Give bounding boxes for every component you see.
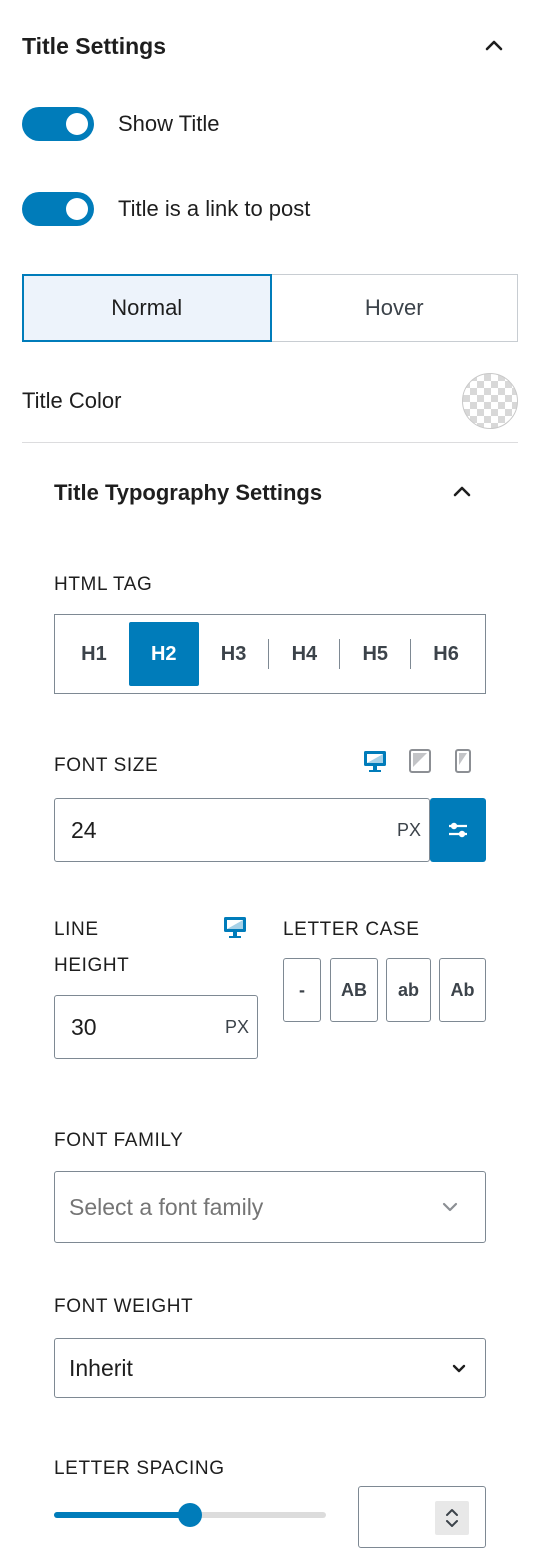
tag-h6[interactable]: H6 <box>411 622 481 686</box>
font-weight-select[interactable]: Inherit <box>54 1338 486 1398</box>
font-size-unit[interactable]: PX <box>397 820 421 841</box>
letter-spacing-label: LETTER SPACING <box>54 1458 225 1479</box>
tag-h2[interactable]: H2 <box>128 622 199 686</box>
font-size-settings-button[interactable] <box>430 798 486 862</box>
font-weight-value: Inherit <box>69 1355 133 1381</box>
font-family-label: FONT FAMILY <box>54 1130 184 1151</box>
toggle-knob <box>66 113 88 135</box>
mobile-icon[interactable] <box>450 748 476 774</box>
up-down-arrows-icon <box>446 1509 458 1527</box>
font-weight-label: FONT WEIGHT <box>54 1296 194 1317</box>
section-title: Title Settings <box>22 33 166 59</box>
sliders-icon <box>449 822 467 838</box>
title-color-picker[interactable] <box>462 373 518 429</box>
tag-h1[interactable]: H1 <box>59 622 129 686</box>
title-color-label: Title Color <box>22 388 122 413</box>
letter-spacing-input[interactable] <box>358 1486 486 1548</box>
letter-case-upper-button[interactable]: AB <box>330 958 378 1022</box>
chevron-down-icon <box>449 1358 469 1383</box>
line-height-label-line2: HEIGHT <box>54 955 130 976</box>
letter-case-lower-button[interactable]: ab <box>386 958 431 1022</box>
typography-title: Title Typography Settings <box>54 480 323 505</box>
show-title-toggle[interactable] <box>22 107 94 141</box>
letter-spacing-slider-thumb[interactable] <box>178 1503 202 1527</box>
line-height-label-line1: LINE <box>54 919 99 940</box>
title-link-label: Title is a link to post <box>118 196 311 221</box>
html-tag-selector: H1 H2 H3 H4 H5 H6 <box>54 614 486 694</box>
font-size-input[interactable]: 24 PX <box>54 798 430 862</box>
chevron-down-icon <box>439 1196 461 1223</box>
tablet-icon[interactable] <box>407 748 433 774</box>
letter-spacing-slider-fill <box>54 1512 190 1518</box>
font-family-placeholder: Select a font family <box>69 1194 264 1220</box>
letter-case-capitalize-button[interactable]: Ab <box>439 958 486 1022</box>
tag-h4[interactable]: H4 <box>269 622 339 686</box>
show-title-label: Show Title <box>118 111 220 136</box>
line-height-value: 30 <box>71 1014 97 1040</box>
tab-hover[interactable]: Hover <box>272 275 518 341</box>
tag-h5[interactable]: H5 <box>340 622 410 686</box>
desktop-icon[interactable] <box>362 748 388 774</box>
line-height-input[interactable]: 30 PX <box>54 995 258 1059</box>
tag-h3[interactable]: H3 <box>199 622 269 686</box>
number-spinner[interactable] <box>435 1501 469 1535</box>
letter-case-none-button[interactable]: - <box>283 958 321 1022</box>
desktop-icon[interactable] <box>222 914 248 940</box>
title-link-toggle[interactable] <box>22 192 94 226</box>
font-size-label: FONT SIZE <box>54 755 159 776</box>
divider <box>22 442 518 443</box>
toggle-knob <box>66 198 88 220</box>
font-family-select[interactable]: Select a font family <box>54 1171 486 1243</box>
collapse-chevron-up-icon[interactable] <box>482 34 506 58</box>
tab-normal[interactable]: Normal <box>22 274 272 342</box>
line-height-unit[interactable]: PX <box>225 1017 249 1038</box>
typography-collapse-chevron-up-icon[interactable] <box>450 480 474 504</box>
state-tabs: Normal Hover <box>22 274 518 342</box>
letter-case-label: LETTER CASE <box>283 919 420 940</box>
html-tag-label: HTML TAG <box>54 574 153 595</box>
font-size-value: 24 <box>71 817 97 843</box>
